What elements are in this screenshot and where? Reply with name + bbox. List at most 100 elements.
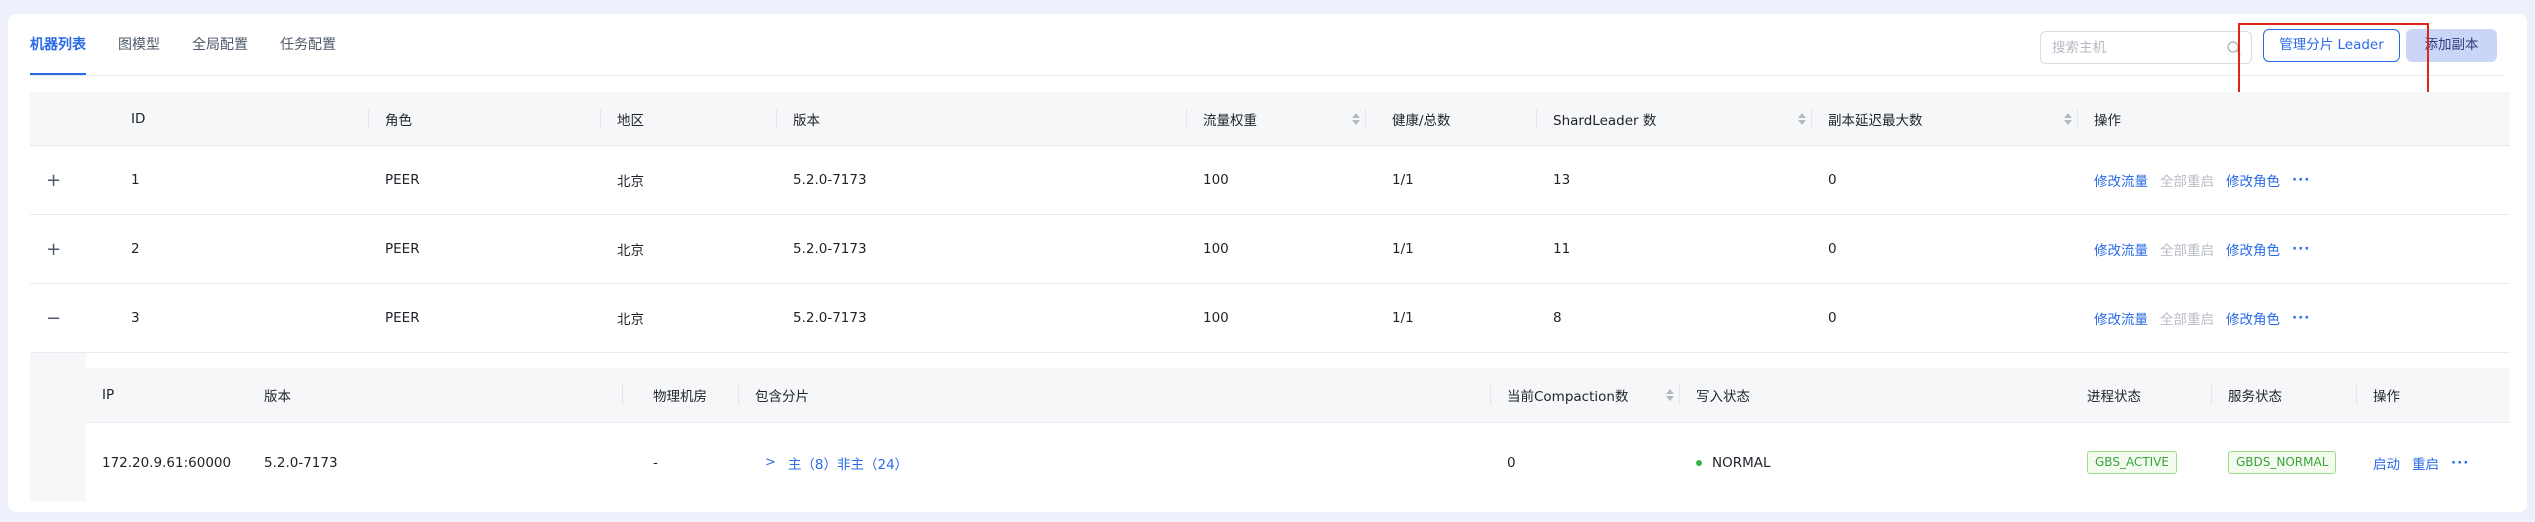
tab-task-config[interactable]: 任务配置 [280,14,336,75]
column-divider [776,109,777,129]
column-divider [1186,109,1187,129]
cell-max-delay: 0 [1828,310,1837,326]
header-version: 版本 [793,112,820,129]
subtable-header: IP 版本 物理机房 包含分片 当前Compaction数 写入状态 进程状态 … [86,368,2510,423]
service-status: GBDS_NORMAL [2228,423,2337,502]
subtable-row: 172.20.9.61:60000 5.2.0-7173 - > 主（8）非主（… [86,423,2510,502]
row-actions: 修改流量 全部重启 修改角色 ··· [2094,284,2310,352]
modify-role-link[interactable]: 修改角色 [2226,308,2280,328]
column-divider [2211,385,2212,405]
add-replica-button[interactable]: 添加副本 [2406,29,2497,62]
cell-health: 1/1 [1392,172,1414,188]
sub-header-service-status: 服务状态 [2228,389,2282,405]
expand-row-button[interactable]: + [46,146,62,214]
row-actions: 修改流量 全部重启 修改角色 ··· [2094,215,2310,283]
tab-divider [30,75,2505,76]
chevron-right-icon[interactable]: > [765,455,776,470]
main-card: 机器列表 图模型 全局配置 任务配置 管理分片 Leader 添加副本 ID 角… [8,14,2527,512]
cell-region: 北京 [617,174,644,190]
sub-header-room: 物理机房 [653,389,707,405]
column-divider [738,385,739,405]
column-divider [1536,109,1537,129]
column-divider [1811,109,1812,129]
header-id: ID [131,110,146,127]
process-status-badge: GBS_ACTIVE [2087,451,2177,474]
search-input[interactable] [2041,32,2251,63]
sort-compaction-icon[interactable] [1666,389,1674,401]
modify-role-link[interactable]: 修改角色 [2226,239,2280,259]
header-shard-leader: ShardLeader 数 [1553,112,1657,129]
restart-all-link-disabled: 全部重启 [2160,312,2214,328]
more-actions-icon[interactable]: ··· [2292,172,2310,188]
cell-region: 北京 [617,243,644,259]
row-actions: 修改流量 全部重启 修改角色 ··· [2094,146,2310,214]
cell-shard-leader: 8 [1553,310,1562,326]
more-actions-icon[interactable]: ··· [2292,241,2310,257]
sub-cell-ip: 172.20.9.61:60000 [102,454,232,471]
cell-version: 5.2.0-7173 [793,241,867,257]
process-status: GBS_ACTIVE [2087,423,2177,502]
column-divider [1365,109,1366,129]
cell-weight: 100 [1203,241,1229,257]
modify-traffic-link[interactable]: 修改流量 [2094,170,2148,190]
column-divider [1490,385,1491,405]
write-status-text: NORMAL [1712,454,1771,471]
tab-graph-model[interactable]: 图模型 [118,14,160,75]
cell-version: 5.2.0-7173 [793,310,867,326]
table-row: + 2 PEER 北京 5.2.0-7173 100 1/1 11 0 修改流量… [30,215,2510,284]
sub-row-actions: 启动 重启 ··· [2373,423,2469,502]
cell-health: 1/1 [1392,310,1414,326]
status-dot-icon [1696,459,1702,466]
column-divider [1679,385,1680,405]
cell-id: 3 [131,310,140,326]
header-region: 地区 [617,112,644,129]
cell-role: PEER [385,172,420,188]
modify-role-link[interactable]: 修改角色 [2226,170,2280,190]
tab-global-config[interactable]: 全局配置 [192,14,248,75]
restart-link[interactable]: 重启 [2412,453,2439,473]
sort-max-delay-icon[interactable] [2064,113,2072,125]
column-divider [622,385,623,405]
cell-role: PEER [385,310,420,326]
search-box[interactable] [2040,31,2252,64]
sub-cell-room: - [653,454,658,471]
sub-cell-compaction: 0 [1507,454,1516,471]
table-row: + 1 PEER 北京 5.2.0-7173 100 1/1 13 0 修改流量… [30,146,2510,215]
more-actions-icon[interactable]: ··· [2292,310,2310,326]
shards-link[interactable]: 主（8）非主（24） [788,453,908,473]
search-icon [2227,41,2241,55]
sort-weight-icon[interactable] [1352,113,1360,125]
cell-weight: 100 [1203,172,1229,188]
header-max-delay: 副本延迟最大数 [1828,112,1923,129]
column-divider [2077,109,2078,129]
cell-shard-leader: 13 [1553,172,1571,188]
cell-version: 5.2.0-7173 [793,172,867,188]
header-ops: 操作 [2094,112,2121,129]
restart-all-link-disabled: 全部重启 [2160,243,2214,259]
header-role: 角色 [385,112,412,129]
sort-shard-leader-icon[interactable] [1798,113,1806,125]
sub-header-shards: 包含分片 [755,389,809,405]
write-status: NORMAL [1696,423,1771,502]
shards-expand[interactable]: > 主（8）非主（24） [765,423,908,502]
cell-id: 2 [131,241,140,257]
more-actions-icon[interactable]: ··· [2451,455,2469,471]
expand-row-button[interactable]: + [46,215,62,283]
cell-max-delay: 0 [1828,172,1837,188]
column-divider [368,109,369,129]
manage-shard-leader-button[interactable]: 管理分片 Leader [2263,29,2400,62]
tab-machine-list[interactable]: 机器列表 [30,14,86,75]
restart-all-link-disabled: 全部重启 [2160,174,2214,190]
cell-region: 北京 [617,312,644,328]
sub-header-process-status: 进程状态 [2087,389,2141,405]
sub-cell-version: 5.2.0-7173 [264,454,338,471]
cell-max-delay: 0 [1828,241,1837,257]
modify-traffic-link[interactable]: 修改流量 [2094,308,2148,328]
start-link[interactable]: 启动 [2373,453,2400,473]
collapse-row-button[interactable]: − [46,284,62,352]
cell-role: PEER [385,241,420,257]
sub-header-ip: IP [102,387,115,403]
modify-traffic-link[interactable]: 修改流量 [2094,239,2148,259]
sub-header-ops: 操作 [2373,389,2400,405]
cell-id: 1 [131,172,140,188]
